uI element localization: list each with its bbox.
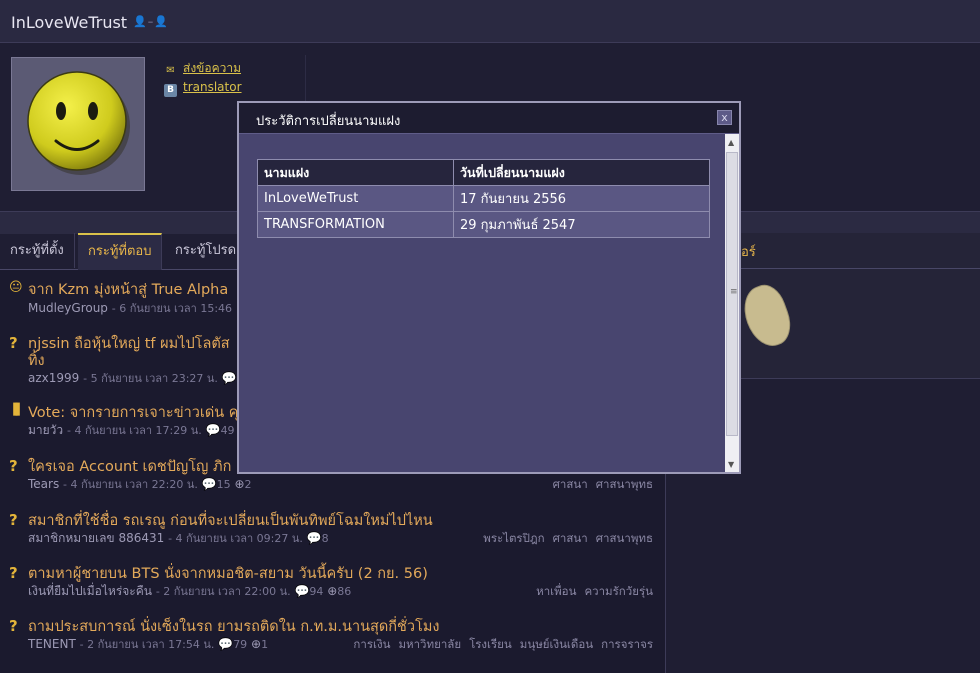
topic-date: - 2 กันยายน เวลา 22:00 น. (155, 585, 291, 598)
vote-count: 1 (261, 638, 269, 651)
alias-cell: InLoveWeTrust (257, 185, 454, 212)
vote-count: 86 (337, 585, 352, 598)
profile-header-bar: InLoveWeTrust 👤–👤 (0, 0, 980, 43)
tag-link[interactable]: การจราจร (601, 637, 653, 651)
tag-link[interactable]: โรงเรียน (469, 637, 512, 651)
topic-meta: azx1999 - 5 กันยายน เวลา 23:27 น. 💬6 (28, 369, 244, 387)
dialog-scrollbar[interactable]: ▲ ≡ ▼ (725, 134, 739, 472)
topic-meta: สมาชิกหมายเลข 886431 - 4 กันยายน เวลา 09… (28, 529, 329, 548)
avatar (11, 57, 145, 191)
topic-date: - 5 กันยายน เวลา 23:27 น. (83, 372, 218, 385)
comment-count: 94 (309, 585, 324, 598)
topic-date: - 2 กันยายน เวลา 17:54 น. (79, 638, 215, 651)
question-icon: ? (9, 617, 18, 635)
table-header-row: นามแฝง วันที่เปลี่ยนนามแฝง (257, 159, 710, 186)
close-button[interactable]: x (717, 110, 732, 125)
scroll-up-icon[interactable]: ▲ (728, 138, 734, 147)
mail-icon: ✉ (166, 65, 175, 76)
topic-tags: พระไตรปิฎก ศาสนา ศาสนาพุทธ (475, 530, 653, 548)
tag-link[interactable]: พระไตรปิฎก (483, 531, 544, 545)
question-icon: ? (9, 511, 18, 529)
tab-created-topics[interactable]: กระทู้ที่ตั้ง (0, 233, 75, 268)
tag-link[interactable]: ศาสนา (553, 477, 588, 491)
topic-author[interactable]: มายวัว (28, 423, 63, 437)
topic-meta: Tears - 4 กันยายน เวลา 22:20 น. 💬15 ⊕2 (28, 475, 252, 493)
dialog-body: นามแฝง วันที่เปลี่ยนนามแฝง InLoveWeTrust… (239, 134, 725, 472)
tab-favorite-topics[interactable]: กระทู้โปรด (165, 233, 248, 268)
comment-count: 15 (216, 478, 231, 491)
comment-icon: 💬 (221, 371, 237, 385)
blog-link-label: translator (183, 80, 242, 94)
topic-tags: การเงิน มหาวิทยาลัย โรงเรียน มนุษย์เงินเดือ… (345, 636, 653, 654)
send-message-label: ส่งข้อความ (183, 61, 242, 75)
topic-author[interactable]: สมาชิกหมายเลข 886431 (28, 531, 164, 545)
table-row: InLoveWeTrust 17 กันยายน 2556 (257, 185, 710, 212)
emoticon-icon: 😐 (9, 280, 23, 295)
alias-cell: TRANSFORMATION (257, 211, 454, 238)
tag-link[interactable]: ศาสนา (553, 531, 588, 545)
tag-link[interactable]: ศาสนาพุทธ (596, 477, 653, 491)
scrollbar-thumb[interactable]: ≡ (726, 152, 738, 436)
topic-meta: มายวัว - 4 กันยายน เวลา 17:29 น. 💬49 (28, 421, 235, 440)
vote-count: 2 (244, 478, 252, 491)
comment-count: 79 (233, 638, 248, 651)
tag-link[interactable]: มหาวิทยาลัย (398, 637, 461, 651)
profile-username: InLoveWeTrust (11, 13, 128, 32)
topic-author[interactable]: MudleyGroup (28, 301, 108, 315)
comment-count: 49 (220, 424, 235, 437)
topic-tags: หาเพื่อน ความรักวัยรุ่น (528, 583, 653, 601)
smiley-avatar-icon (27, 71, 130, 175)
topic-date: - 4 กันยายน เวลา 22:20 น. (63, 478, 198, 491)
vote-icon: ⊕ (251, 637, 262, 651)
grip-icon: ≡ (730, 287, 738, 297)
follow-users-icon[interactable]: 👤–👤 (133, 15, 169, 28)
topic-title[interactable]: njssin ถือหุ้นใหญ่ tf ผมไปโลตัส (28, 332, 230, 355)
comment-icon: 💬 (201, 477, 217, 491)
table-row: TRANSFORMATION 29 กุมภาพันธ์ 2547 (257, 211, 710, 238)
date-cell: 29 กุมภาพันธ์ 2547 (453, 211, 710, 238)
comment-icon: 💬 (205, 423, 221, 437)
vote-icon: ⊕ (234, 477, 245, 491)
tag-link[interactable]: ความรักวัยรุ่น (584, 584, 653, 598)
tag-link[interactable]: มนุษย์เงินเดือน (520, 637, 593, 651)
comment-icon: 💬 (218, 637, 234, 651)
tab-replied-topics[interactable]: กระทู้ที่ตอบ (78, 233, 163, 270)
blog-link[interactable]: Btranslator (164, 80, 242, 97)
right-panel-title[interactable]: อร์ (741, 241, 756, 262)
column-header-date: วันที่เปลี่ยนนามแฝง (453, 159, 710, 186)
topic-meta: MudleyGroup - 6 กันยายน เวลา 15:46 (28, 299, 232, 317)
tag-link[interactable]: หาเพื่อน (536, 584, 576, 598)
alias-history-table: นามแฝง วันที่เปลี่ยนนามแฝง InLoveWeTrust… (257, 159, 710, 238)
tag-link[interactable]: ศาสนาพุทธ (596, 531, 653, 545)
vote-icon: ⊕ (327, 584, 338, 598)
scroll-down-icon[interactable]: ▼ (728, 460, 734, 469)
topic-meta: เงินที่ยืมไปเมื่อไหร่จะคืน - 2 กันยายน เ… (28, 582, 351, 601)
alias-history-dialog: ประวัติการเปลี่ยนนามแฝง x นามแฝง วันที่เ… (237, 101, 741, 474)
question-icon: ? (9, 564, 18, 582)
blog-icon: B (164, 84, 177, 97)
column-header-alias: นามแฝง (257, 159, 454, 186)
send-message-link[interactable]: ✉ ส่งข้อความ (164, 59, 241, 78)
question-icon: ? (9, 457, 18, 475)
question-icon: ? (9, 334, 18, 352)
comment-icon: 💬 (306, 531, 322, 545)
topic-author[interactable]: Tears (28, 477, 59, 491)
comment-icon: 💬 (294, 584, 310, 598)
topic-author[interactable]: เงินที่ยืมไปเมื่อไหร่จะคืน (28, 584, 152, 598)
poll-icon: ▐▌ (9, 403, 24, 416)
topic-author[interactable]: azx1999 (28, 371, 79, 385)
dialog-title: ประวัติการเปลี่ยนนามแฝง (256, 114, 401, 129)
badge-image (736, 279, 798, 353)
topic-title[interactable]: จาก Kzm มุ่งหน้าสู่ True Alpha (28, 278, 228, 301)
tag-link[interactable]: การเงิน (353, 637, 390, 651)
comment-count: 8 (321, 532, 329, 545)
topic-meta: TENENT - 2 กันยายน เวลา 17:54 น. 💬79 ⊕1 (28, 635, 268, 653)
date-cell: 17 กันยายน 2556 (453, 185, 710, 212)
dialog-header: ประวัติการเปลี่ยนนามแฝง x (239, 103, 739, 134)
topic-author[interactable]: TENENT (28, 637, 76, 651)
topic-date: - 6 กันยายน เวลา 15:46 (111, 302, 233, 315)
topic-date: - 4 กันยายน เวลา 09:27 น. (168, 532, 303, 545)
topic-tags: ศาสนา ศาสนาพุทธ (545, 476, 653, 494)
topic-date: - 4 กันยายน เวลา 17:29 น. (66, 424, 202, 437)
